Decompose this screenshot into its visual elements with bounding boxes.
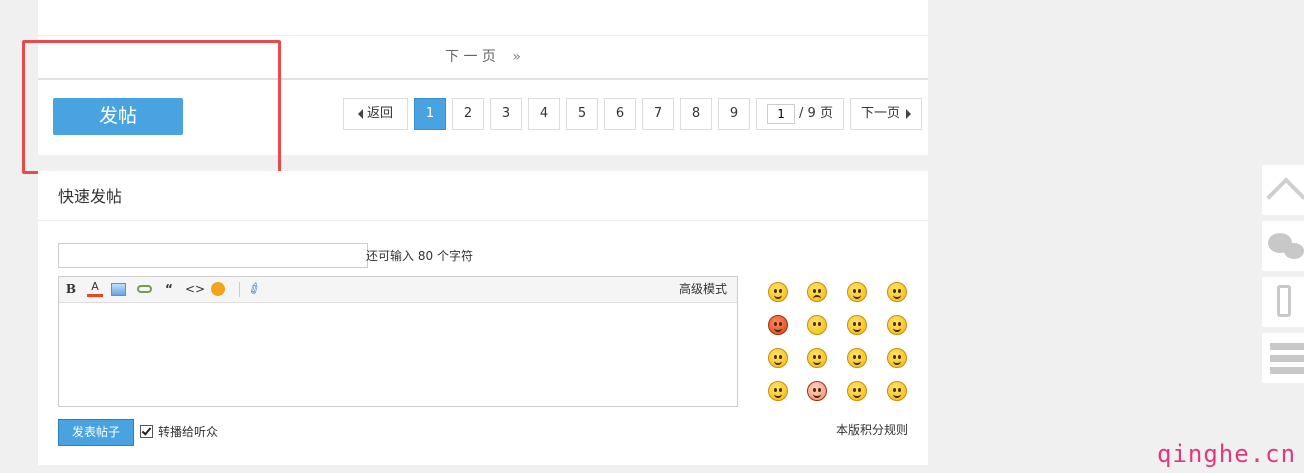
list-icon-bar <box>1270 355 1304 362</box>
subject-input[interactable] <box>58 243 368 268</box>
list-icon <box>1270 343 1304 350</box>
remain-count: 80 <box>417 249 434 263</box>
bold-icon[interactable]: B <box>63 281 79 297</box>
chevron-up-icon <box>1266 177 1304 217</box>
smiley-smirk-icon[interactable] <box>887 315 907 335</box>
page-3[interactable]: 3 <box>490 98 522 130</box>
char-remaining: 还可输入 80 个字符 <box>366 247 473 264</box>
page-9[interactable]: 9 <box>718 98 750 130</box>
mobile-button[interactable] <box>1262 277 1304 327</box>
list-icon-bar <box>1270 367 1304 374</box>
smiley-annoyed-icon[interactable] <box>847 381 867 401</box>
page-1[interactable]: 1 <box>414 98 446 130</box>
quick-post-panel: 快速发帖 还可输入 80 个字符 B A “ <> ✐ 高级模式 发表帖子 转播… <box>38 171 928 465</box>
page-total: / 9 页 <box>799 106 833 121</box>
quote-icon[interactable]: “ <box>161 281 177 297</box>
credit-rules-link[interactable]: 本版积分规则 <box>836 421 908 438</box>
quick-post-title: 快速发帖 <box>38 171 928 221</box>
code-icon[interactable]: <> <box>185 281 205 297</box>
page-4[interactable]: 4 <box>528 98 560 130</box>
editor-textarea[interactable] <box>59 303 737 406</box>
page-8[interactable]: 8 <box>680 98 712 130</box>
font-color-letter: A <box>91 280 99 293</box>
back-to-top-button[interactable] <box>1262 165 1304 217</box>
advanced-mode-link[interactable]: 高级模式 <box>679 277 727 302</box>
remain-suffix: 个字符 <box>436 249 473 263</box>
broadcast-option[interactable]: 转播给听众 <box>140 423 218 440</box>
wechat-icon-bubble <box>1284 243 1304 259</box>
link-icon[interactable] <box>137 285 152 293</box>
pagination: 返回 1 2 3 4 5 6 7 8 9 / 9 页 下一页 <box>343 98 922 130</box>
double-arrow-icon: » <box>512 49 521 65</box>
smiley-smile-icon[interactable] <box>768 282 788 302</box>
back-label: 返回 <box>366 106 393 121</box>
smiley-shy-icon[interactable] <box>807 315 827 335</box>
smiley-icon[interactable] <box>211 282 225 296</box>
smiley-grin-icon[interactable] <box>847 282 867 302</box>
font-color-icon[interactable]: A <box>87 281 103 297</box>
remain-prefix: 还可输入 <box>366 249 415 263</box>
broadcast-label: 转播给听众 <box>158 425 219 439</box>
smiley-sweat-icon[interactable] <box>847 348 867 368</box>
page-6[interactable]: 6 <box>604 98 636 130</box>
broadcast-checkbox[interactable] <box>140 425 153 438</box>
font-color-bar <box>87 294 103 297</box>
triangle-right-icon <box>906 108 911 119</box>
message-editor[interactable]: B A “ <> ✐ 高级模式 <box>58 276 738 407</box>
smiley-shock-icon[interactable] <box>807 381 827 401</box>
next-page-label: 下一页 <box>860 106 900 121</box>
page-7[interactable]: 7 <box>642 98 674 130</box>
next-page-button[interactable]: 下一页 <box>850 98 922 130</box>
editor-toolbar: B A “ <> ✐ 高级模式 <box>59 277 737 303</box>
next-page-link[interactable]: 下 一 页 <box>445 49 496 65</box>
smiley-angel-icon[interactable] <box>887 381 907 401</box>
smiley-cheeky-icon[interactable] <box>807 348 827 368</box>
page-5[interactable]: 5 <box>566 98 598 130</box>
wechat-button[interactable] <box>1262 221 1304 271</box>
smiley-think-icon[interactable] <box>768 348 788 368</box>
attachment-icon[interactable]: ✐ <box>244 278 266 300</box>
image-icon[interactable] <box>111 283 126 296</box>
smiley-sad-icon[interactable] <box>807 282 827 302</box>
smiley-angry-icon[interactable] <box>768 315 788 335</box>
smiley-teeth-icon[interactable] <box>887 348 907 368</box>
submit-post-button[interactable]: 发表帖子 <box>58 419 134 446</box>
page-jump: / 9 页 <box>756 98 844 130</box>
page-jump-input[interactable] <box>767 104 796 124</box>
page-2[interactable]: 2 <box>452 98 484 130</box>
back-button[interactable]: 返回 <box>343 98 408 130</box>
smiley-tongue-icon[interactable] <box>847 315 867 335</box>
triangle-left-icon <box>357 108 363 119</box>
toolbar-separator <box>239 282 240 297</box>
highlight-box <box>22 40 281 174</box>
menu-button[interactable] <box>1262 333 1304 383</box>
smiley-happy-icon[interactable] <box>768 381 788 401</box>
phone-icon <box>1277 285 1291 317</box>
watermark: qinghe.cn <box>1157 440 1297 468</box>
smiley-cry-laugh-icon[interactable] <box>887 282 907 302</box>
